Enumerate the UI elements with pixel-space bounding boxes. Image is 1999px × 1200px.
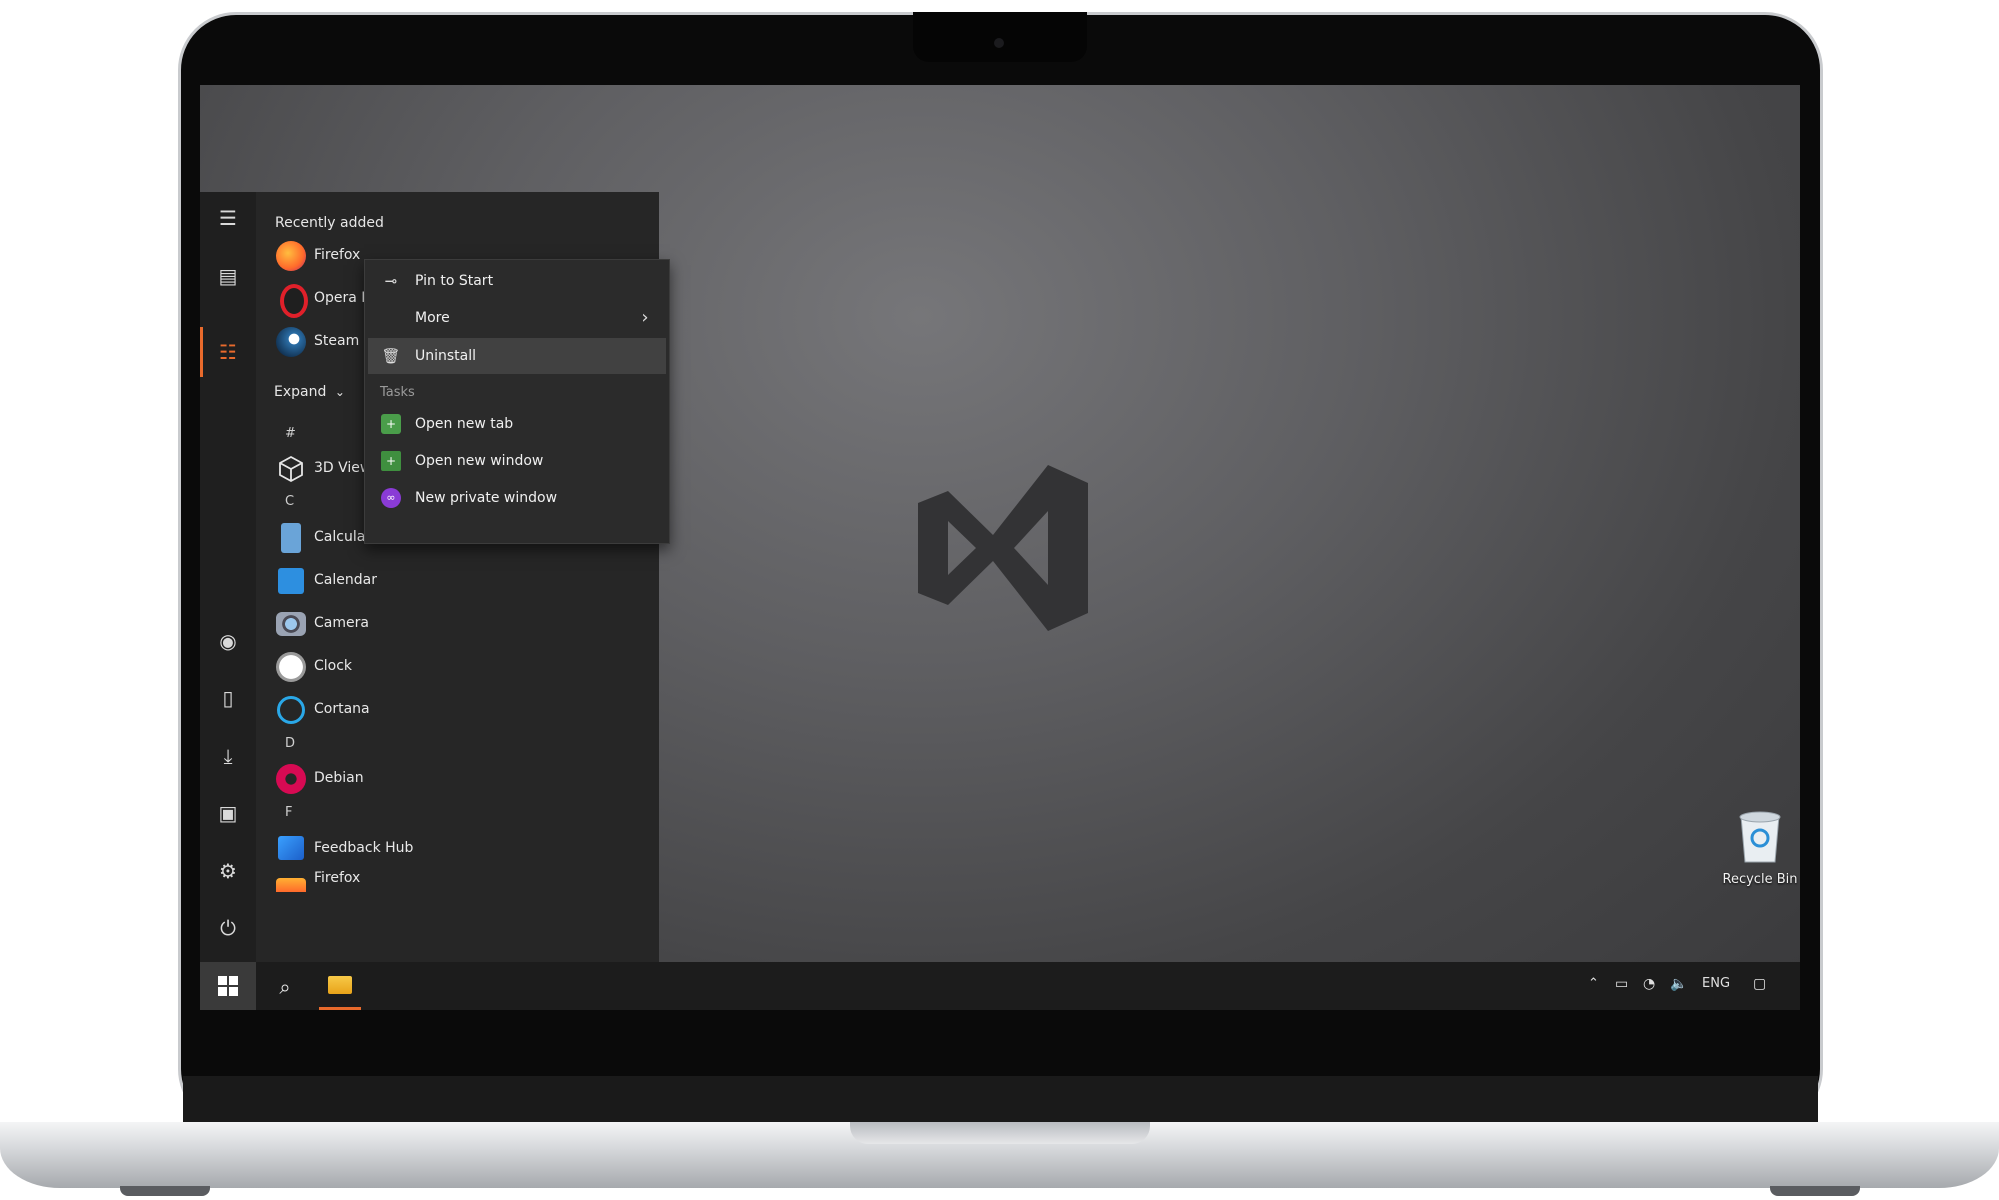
app-label: Firefox (314, 247, 361, 263)
context-item-label: Open new window (415, 453, 544, 469)
recycle-bin-label: Recycle Bin (1722, 872, 1798, 887)
app-label: Camera (314, 615, 369, 631)
app-item-calendar[interactable]: Calendar (272, 564, 652, 598)
group-letter-f[interactable]: F (285, 805, 292, 820)
firefox-icon (276, 241, 306, 271)
tasks-header: Tasks (380, 385, 415, 400)
documents-icon[interactable]: ▯ (214, 684, 242, 712)
camera-notch (913, 12, 1087, 62)
firefox-icon (276, 878, 306, 892)
group-letter-c[interactable]: C (285, 494, 294, 509)
context-item-label: Pin to Start (415, 273, 494, 289)
language-indicator[interactable]: ENG (1702, 976, 1730, 991)
debian-icon (276, 764, 306, 794)
laptop-hinge (183, 1076, 1818, 1122)
volume-icon[interactable]: 🔈 (1670, 976, 1687, 992)
private-window-icon: ∞ (381, 488, 401, 508)
context-item-new-private-window[interactable]: ∞ New private window (365, 480, 669, 516)
settings-gear-icon[interactable]: ⚙ (214, 857, 242, 885)
taskbar-file-explorer[interactable] (315, 962, 363, 1010)
start-button[interactable] (200, 962, 256, 1010)
opera-icon (280, 284, 308, 318)
taskbar: ⌕ ⌃ ▭ ◔ 🔈 ENG ▢ (200, 962, 1800, 1010)
app-label: Debian (314, 770, 364, 786)
context-item-pin-to-start[interactable]: ⊸ Pin to Start (365, 263, 669, 299)
file-explorer-icon (328, 976, 352, 994)
clock-icon (276, 652, 306, 682)
battery-icon[interactable]: ▭ (1615, 976, 1628, 992)
recycle-bin-icon (1739, 811, 1781, 863)
laptop-thumb-notch (850, 1122, 1150, 1144)
group-letter-d[interactable]: D (285, 736, 295, 751)
app-label: 3D View (314, 460, 372, 476)
search-icon[interactable]: ⌕ (270, 972, 300, 1002)
start-rail: ☰ ▤ ☷ ◉ ▯ ⤓ ▣ ⚙ ⏻ (200, 192, 256, 962)
context-item-label: Uninstall (415, 348, 477, 364)
recently-added-header: Recently added (275, 215, 384, 231)
app-label: Opera B (314, 290, 371, 306)
pin-icon: ⊸ (384, 272, 398, 290)
group-letter-hash[interactable]: # (285, 426, 296, 441)
context-item-open-new-window[interactable]: + Open new window (365, 443, 669, 479)
calculator-icon (281, 523, 301, 553)
action-center-icon[interactable]: ▢ (1753, 976, 1766, 992)
context-item-uninstall[interactable]: 🗑 Uninstall (368, 338, 666, 374)
app-label: Cortana (314, 701, 370, 717)
desktop-screen: Recycle Bin ☰ ▤ ☷ ◉ ▯ ⤓ ▣ ⚙ ⏻ Recently a… (200, 85, 1800, 1010)
recycle-bin[interactable]: Recycle Bin (1710, 810, 1800, 900)
camera-icon (276, 612, 306, 636)
windows-logo-icon (218, 976, 238, 996)
app-item-firefox-2[interactable]: Firefox (272, 866, 652, 900)
app-item-debian[interactable]: Debian (272, 762, 652, 796)
expand-label: Expand (274, 384, 327, 400)
context-item-open-new-tab[interactable]: + Open new tab (365, 406, 669, 442)
app-item-cortana[interactable]: Cortana (272, 693, 652, 727)
rail-active-indicator (200, 327, 203, 377)
network-icon[interactable]: ◔ (1643, 976, 1655, 992)
context-menu: ⊸ Pin to Start More › 🗑 Uninstall Tasks … (364, 259, 670, 544)
user-avatar-icon[interactable]: ◉ (214, 627, 242, 655)
expand-button[interactable]: Expand ⌄ (274, 384, 345, 400)
app-item-clock[interactable]: Clock (272, 650, 652, 684)
cortana-icon (277, 696, 305, 724)
app-label: Feedback Hub (314, 840, 414, 856)
hamburger-menu-icon[interactable]: ☰ (214, 204, 242, 232)
calendar-icon (278, 568, 304, 594)
trash-icon: 🗑 (381, 347, 401, 365)
app-label: Clock (314, 658, 353, 674)
app-label: Calendar (314, 572, 377, 588)
chevron-right-icon: › (641, 307, 649, 328)
feedback-hub-icon (278, 836, 304, 860)
chevron-up-icon[interactable]: ⌃ (1588, 976, 1599, 991)
chevron-down-icon: ⌄ (334, 385, 345, 399)
steam-icon (276, 327, 306, 357)
downloads-icon[interactable]: ⤓ (214, 742, 242, 770)
new-tab-icon: + (381, 414, 401, 434)
visual-studio-logo-icon (918, 465, 1088, 631)
app-item-feedback-hub[interactable]: Feedback Hub (272, 832, 652, 866)
laptop-foot-left (120, 1186, 210, 1196)
context-item-label: Open new tab (415, 416, 514, 432)
tiles-icon[interactable]: ▤ (214, 262, 242, 290)
3d-viewer-icon (279, 455, 303, 483)
app-label: Firefox (314, 870, 361, 886)
laptop-foot-right (1770, 1186, 1860, 1196)
all-apps-list-icon[interactable]: ☷ (214, 338, 242, 366)
app-label: Steam (314, 333, 360, 349)
context-item-label: More (415, 310, 450, 326)
context-item-more[interactable]: More › (365, 300, 669, 336)
context-item-label: New private window (415, 490, 558, 506)
app-item-camera[interactable]: Camera (272, 607, 652, 641)
pictures-icon[interactable]: ▣ (214, 799, 242, 827)
active-app-indicator (319, 1007, 361, 1010)
camera-icon (994, 38, 1004, 48)
power-icon[interactable]: ⏻ (214, 914, 242, 942)
new-window-icon: + (381, 451, 401, 471)
